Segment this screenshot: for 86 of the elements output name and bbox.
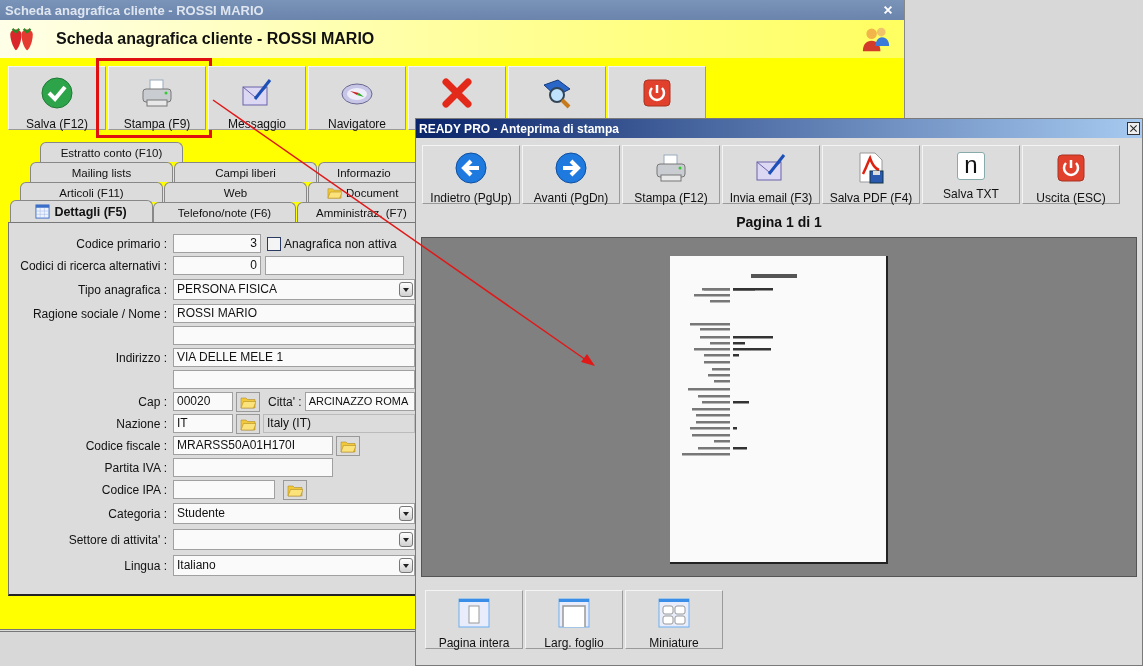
dropdown-button[interactable] [399, 558, 413, 573]
field-label: Ragione sociale / Nome : [31, 306, 167, 321]
dropdown-button[interactable] [399, 532, 413, 547]
field-label: Partita IVA : [103, 460, 167, 475]
arrow-right-icon [555, 152, 587, 184]
toolbar-button[interactable]: n Salva TXT [922, 145, 1020, 204]
field-label: Settore di attivita' : [67, 532, 167, 547]
lookup-button[interactable] [236, 391, 260, 412]
dialog-title: READY PRO - Anteprima di stampa [419, 121, 620, 136]
page-title: Scheda anagrafica cliente - ROSSI MARIO [56, 30, 375, 48]
envelope-pen-icon [241, 77, 273, 109]
checkbox-label: Anagrafica non attiva [284, 236, 397, 251]
tab[interactable]: Mailing lists [30, 162, 173, 182]
field-label: Cap : [137, 394, 167, 409]
view-button[interactable]: Larg. foglio [525, 590, 623, 649]
input-field[interactable] [173, 326, 415, 345]
toolbar-button[interactable]: Uscita (ESC) [1022, 145, 1120, 204]
input-field[interactable]: 3 [173, 234, 261, 253]
checkbox[interactable] [267, 236, 281, 251]
field-label: Nazione : [115, 416, 167, 431]
check-icon [41, 77, 73, 109]
input-field[interactable] [265, 256, 404, 275]
input-field[interactable]: MRARSS50A01H170I [173, 436, 333, 455]
page-width-icon [558, 597, 590, 629]
input-field[interactable] [173, 370, 415, 389]
field-label: Codice IPA : [100, 482, 167, 497]
dropdown[interactable]: Studente [173, 503, 415, 524]
page-counter: Pagina 1 di 1 [735, 214, 823, 232]
tab[interactable]: Informazio [318, 162, 416, 182]
envelope-pen-icon [755, 152, 787, 184]
tab[interactable]: Document [308, 182, 416, 202]
dropdown-button[interactable] [399, 506, 413, 521]
dropdown-button[interactable] [399, 282, 413, 297]
toolbar-button[interactable]: Invia email (F3) [722, 145, 820, 204]
delete-icon [441, 77, 473, 109]
folder-icon [327, 185, 342, 200]
readonly-field: Italy (IT) [263, 414, 415, 433]
lookup-button[interactable] [236, 413, 260, 434]
toolbar-button[interactable]: Salva PDF (F4) [822, 145, 920, 204]
lookup-button[interactable] [283, 479, 307, 500]
dropdown[interactable]: PERSONA FISICA [173, 279, 415, 300]
field-label: Tipo anagrafica : [77, 282, 167, 297]
tab[interactable]: Articoli (F11) [20, 182, 163, 202]
field-label: Codice fiscale : [84, 438, 167, 453]
view-button[interactable]: Miniature [625, 590, 723, 649]
power-icon [641, 77, 673, 109]
tab[interactable]: Campi liberi [174, 162, 317, 182]
input-field[interactable]: 0 [173, 256, 261, 275]
close-button[interactable] [1127, 122, 1140, 135]
printer-icon [655, 152, 687, 184]
view-button[interactable]: Pagina intera [425, 590, 523, 649]
toolbar-button[interactable]: Stampa (F12) [622, 145, 720, 204]
toolbar-button[interactable]: Stampa (F9) [108, 66, 206, 130]
arrow-left-icon [455, 152, 487, 184]
input-field[interactable]: ROSSI MARIO [173, 304, 415, 323]
input-field[interactable] [173, 480, 275, 499]
printer-icon [141, 77, 173, 109]
toolbar-button[interactable]: Avanti (PgDn) [522, 145, 620, 204]
text-file-icon: n [957, 152, 985, 180]
calendar-icon [35, 204, 51, 219]
dropdown[interactable]: Italiano [173, 555, 415, 576]
toolbar-button[interactable]: Navigatore [308, 66, 406, 130]
input-field[interactable] [173, 458, 333, 477]
close-icon[interactable] [882, 4, 894, 16]
toolbar-button[interactable]: Indietro (PgUp) [422, 145, 520, 204]
input-field[interactable]: IT [173, 414, 233, 433]
field-label: Citta' : [268, 394, 302, 409]
input-field[interactable]: VIA DELLE MELE 1 [173, 348, 415, 367]
tab[interactable]: Dettagli (F5) [10, 200, 153, 222]
power-icon [1055, 152, 1087, 184]
lookup-button[interactable] [336, 435, 360, 456]
tab[interactable]: Estratto conto (F10) [40, 142, 183, 162]
window-title: Scheda anagrafica cliente - ROSSI MARIO [5, 2, 264, 18]
field-label: Codice primario : [75, 236, 167, 251]
field-label: Codici di ricerca alternativi : [19, 258, 167, 273]
people-icon[interactable] [862, 25, 890, 53]
tab[interactable]: Web [164, 182, 307, 202]
field-label: Indirizzo : [114, 350, 167, 365]
field-label: Lingua : [123, 558, 167, 573]
page-view-icon [458, 597, 490, 629]
thumbnails-icon [658, 597, 690, 629]
input-field[interactable]: 00020 [173, 392, 233, 411]
field-label: Categoria : [107, 506, 167, 521]
toolbar-button[interactable]: Salva (F12) [8, 66, 106, 130]
tab[interactable]: Telefono/note (F6) [153, 202, 296, 222]
input-field[interactable]: ARCINAZZO ROMA [304, 392, 415, 411]
